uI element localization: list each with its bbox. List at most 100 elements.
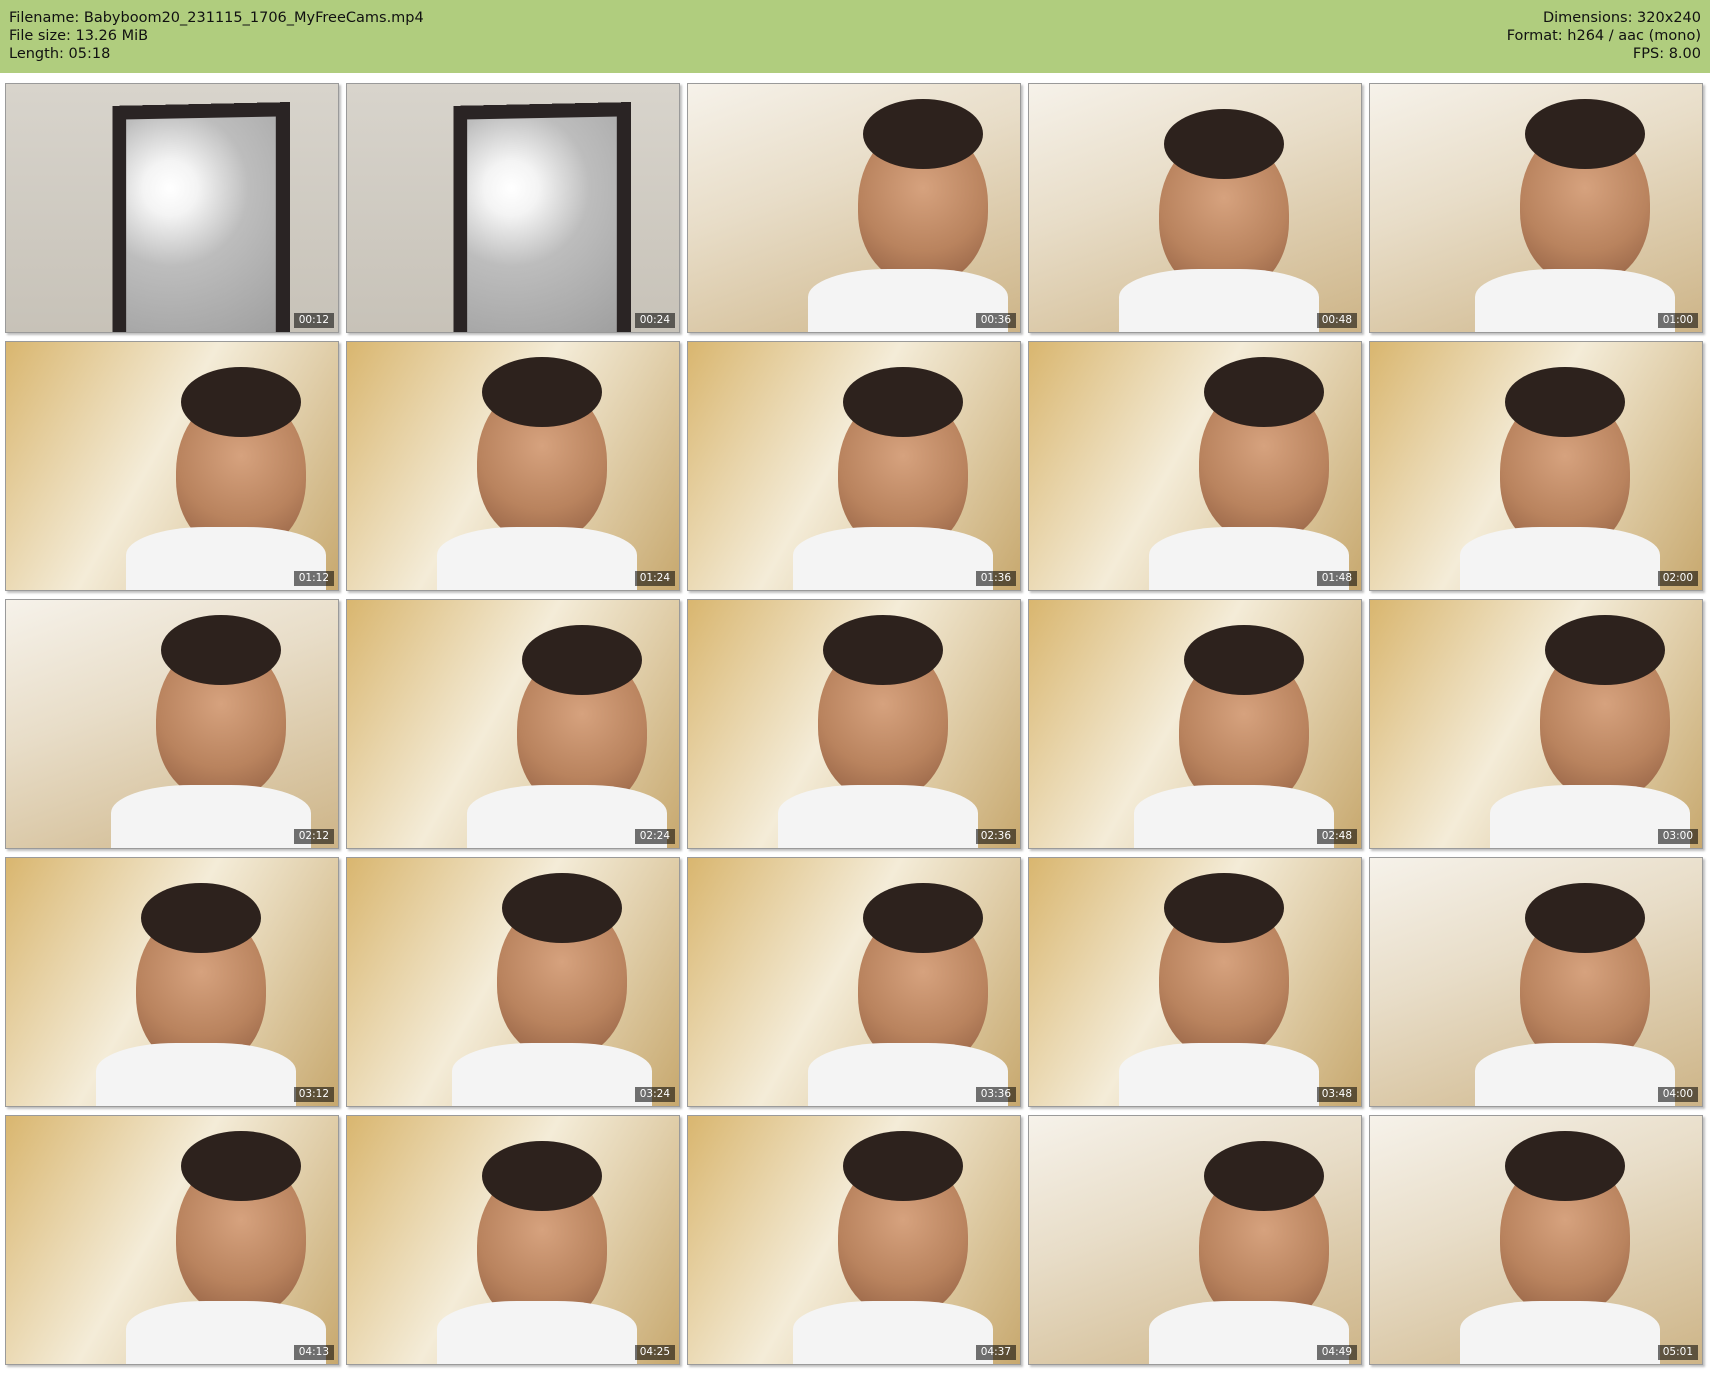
- clothing-shape: [452, 1043, 652, 1106]
- clothing-shape: [437, 1301, 637, 1364]
- length-text: Length: 05:18: [9, 46, 111, 62]
- timestamp-label: 01:24: [634, 571, 675, 586]
- video-thumbnail[interactable]: 02:36: [687, 599, 1021, 849]
- video-thumbnail[interactable]: 01:00: [1369, 83, 1703, 333]
- timestamp-label: 02:48: [1316, 829, 1357, 844]
- mirror-shape: [453, 102, 632, 332]
- hair-shape: [482, 357, 602, 427]
- hair-shape: [181, 367, 301, 437]
- timestamp-label: 01:00: [1657, 313, 1698, 328]
- video-thumbnail[interactable]: 02:00: [1369, 341, 1703, 591]
- clothing-shape: [111, 785, 311, 848]
- video-thumbnail[interactable]: 03:36: [687, 857, 1021, 1107]
- hair-shape: [1164, 873, 1284, 943]
- timestamp-label: 04:25: [634, 1345, 675, 1360]
- timestamp-label: 00:12: [293, 313, 334, 328]
- timestamp-label: 01:36: [975, 571, 1016, 586]
- hair-shape: [863, 883, 983, 953]
- video-thumbnail[interactable]: 04:49: [1028, 1115, 1362, 1365]
- hair-shape: [1505, 367, 1625, 437]
- timestamp-label: 05:01: [1657, 1345, 1698, 1360]
- thumbnail-grid: 00:12 00:24 00:36 00:48 01:00 01:12 01:24 01:36…: [5, 83, 1703, 1365]
- timestamp-label: 00:36: [975, 313, 1016, 328]
- video-thumbnail[interactable]: 03:00: [1369, 599, 1703, 849]
- hair-shape: [181, 1131, 301, 1201]
- clothing-shape: [1460, 1301, 1660, 1364]
- video-thumbnail[interactable]: 01:36: [687, 341, 1021, 591]
- timestamp-label: 04:00: [1657, 1087, 1698, 1102]
- hair-shape: [1184, 625, 1304, 695]
- timestamp-label: 02:12: [293, 829, 334, 844]
- timestamp-label: 03:12: [293, 1087, 334, 1102]
- video-thumbnail[interactable]: 01:12: [5, 341, 339, 591]
- fps-text: FPS: 8.00: [1632, 46, 1701, 62]
- video-thumbnail[interactable]: 04:13: [5, 1115, 339, 1365]
- hair-shape: [1204, 1141, 1324, 1211]
- video-thumbnail[interactable]: 03:12: [5, 857, 339, 1107]
- timestamp-label: 03:24: [634, 1087, 675, 1102]
- clothing-shape: [1460, 527, 1660, 590]
- video-thumbnail[interactable]: 00:48: [1028, 83, 1362, 333]
- video-thumbnail[interactable]: 04:00: [1369, 857, 1703, 1107]
- timestamp-label: 03:36: [975, 1087, 1016, 1102]
- hair-shape: [843, 1131, 963, 1201]
- video-thumbnail[interactable]: 04:25: [346, 1115, 680, 1365]
- timestamp-label: 01:48: [1316, 571, 1357, 586]
- clothing-shape: [793, 527, 993, 590]
- hair-shape: [161, 615, 281, 685]
- timestamp-label: 02:24: [634, 829, 675, 844]
- mirror-shape: [112, 102, 291, 332]
- timestamp-label: 01:12: [293, 571, 334, 586]
- hair-shape: [482, 1141, 602, 1211]
- hair-shape: [1525, 883, 1645, 953]
- hair-shape: [502, 873, 622, 943]
- hair-shape: [141, 883, 261, 953]
- video-thumbnail[interactable]: 01:24: [346, 341, 680, 591]
- clothing-shape: [1134, 785, 1334, 848]
- video-thumbnail[interactable]: 03:24: [346, 857, 680, 1107]
- video-thumbnail[interactable]: 05:01: [1369, 1115, 1703, 1365]
- dimensions-text: Dimensions: 320x240: [1542, 10, 1701, 26]
- hair-shape: [1164, 109, 1284, 179]
- video-thumbnail[interactable]: 04:37: [687, 1115, 1021, 1365]
- video-thumbnail[interactable]: 00:12: [5, 83, 339, 333]
- filesize-text: File size: 13.26 MiB: [9, 28, 149, 44]
- clothing-shape: [793, 1301, 993, 1364]
- timestamp-label: 04:49: [1316, 1345, 1357, 1360]
- hair-shape: [1545, 615, 1665, 685]
- hair-shape: [522, 625, 642, 695]
- hair-shape: [1505, 1131, 1625, 1201]
- timestamp-label: 04:37: [975, 1345, 1016, 1360]
- clothing-shape: [1475, 1043, 1675, 1106]
- video-thumbnail[interactable]: 02:12: [5, 599, 339, 849]
- file-info-left: Filename: Babyboom20_231115_1706_MyFreeC…: [9, 9, 424, 63]
- timestamp-label: 03:48: [1316, 1087, 1357, 1102]
- clothing-shape: [437, 527, 637, 590]
- hair-shape: [823, 615, 943, 685]
- hair-shape: [843, 367, 963, 437]
- format-text: Format: h264 / aac (mono): [1506, 28, 1701, 44]
- video-thumbnail[interactable]: 02:48: [1028, 599, 1362, 849]
- timestamp-label: 04:13: [293, 1345, 334, 1360]
- clothing-shape: [96, 1043, 296, 1106]
- clothing-shape: [778, 785, 978, 848]
- video-thumbnail[interactable]: 00:24: [346, 83, 680, 333]
- clothing-shape: [1119, 1043, 1319, 1106]
- clothing-shape: [1475, 269, 1675, 332]
- info-header: Filename: Babyboom20_231115_1706_MyFreeC…: [0, 0, 1710, 73]
- video-thumbnail[interactable]: 03:48: [1028, 857, 1362, 1107]
- filename-text: Filename: Babyboom20_231115_1706_MyFreeC…: [9, 10, 424, 26]
- clothing-shape: [1119, 269, 1319, 332]
- hair-shape: [1525, 99, 1645, 169]
- hair-shape: [863, 99, 983, 169]
- hair-shape: [1204, 357, 1324, 427]
- video-thumbnail[interactable]: 01:48: [1028, 341, 1362, 591]
- timestamp-label: 02:36: [975, 829, 1016, 844]
- file-info-right: Dimensions: 320x240 Format: h264 / aac (…: [1507, 9, 1701, 63]
- timestamp-label: 03:00: [1657, 829, 1698, 844]
- timestamp-label: 02:00: [1657, 571, 1698, 586]
- timestamp-label: 00:48: [1316, 313, 1357, 328]
- video-thumbnail[interactable]: 00:36: [687, 83, 1021, 333]
- video-thumbnail[interactable]: 02:24: [346, 599, 680, 849]
- timestamp-label: 00:24: [634, 313, 675, 328]
